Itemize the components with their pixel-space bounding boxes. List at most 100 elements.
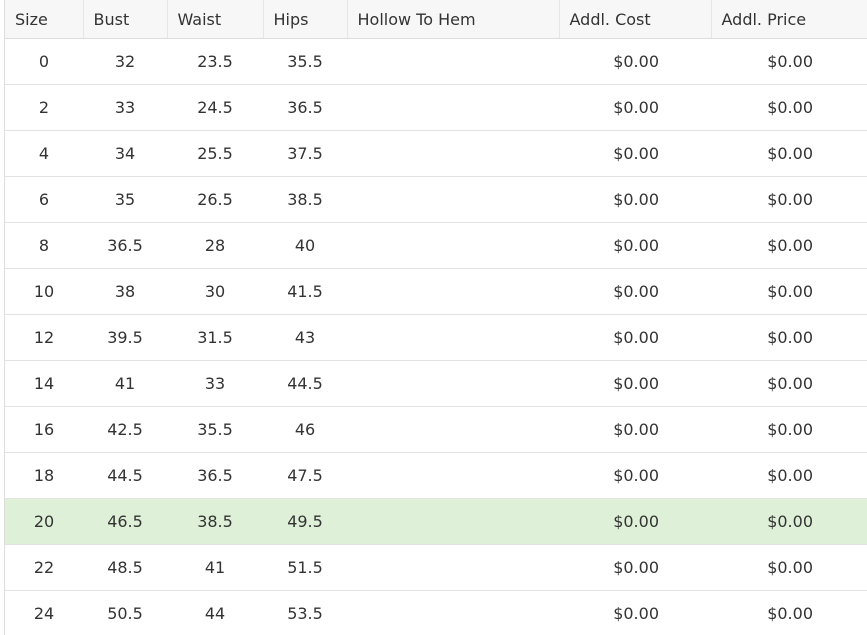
cell-hips: 36.5 [263,84,347,131]
cell-addl-cost: $0.00 [559,498,711,545]
cell-addl-price: $0.00 [711,130,867,177]
cell-waist: 31.5 [167,314,263,361]
cell-size: 4 [5,130,83,177]
cell-bust: 35 [83,176,167,223]
cell-hollow-to-hem [347,360,559,407]
size-chart-grid: Size Bust Waist Hips Hollow To Hem Addl.… [4,0,867,635]
cell-hips: 44.5 [263,360,347,407]
cell-size: 8 [5,222,83,269]
cell-hollow-to-hem [347,222,559,269]
cell-waist: 38.5 [167,498,263,545]
cell-addl-price: $0.00 [711,314,867,361]
table-header: Size Bust Waist Hips Hollow To Hem Addl.… [5,0,867,39]
cell-size: 12 [5,314,83,361]
cell-waist: 36.5 [167,452,263,499]
cell-size: 14 [5,360,83,407]
table-row[interactable]: 6 35 26.5 38.5 $0.00 $0.00 [5,176,867,223]
cell-bust: 38 [83,268,167,315]
column-header-waist[interactable]: Waist [167,0,264,39]
cell-addl-price: $0.00 [711,544,867,591]
cell-addl-price: $0.00 [711,590,867,635]
cell-bust: 44.5 [83,452,167,499]
table-row[interactable]: 12 39.5 31.5 43 $0.00 $0.00 [5,314,867,361]
cell-hollow-to-hem [347,544,559,591]
cell-hips: 40 [263,222,347,269]
cell-addl-price: $0.00 [711,222,867,269]
table-row[interactable]: 18 44.5 36.5 47.5 $0.00 $0.00 [5,452,867,499]
cell-bust: 34 [83,130,167,177]
cell-addl-price: $0.00 [711,268,867,315]
cell-addl-cost: $0.00 [559,452,711,499]
table-body: 0 32 23.5 35.5 $0.00 $0.00 2 33 24.5 36.5 $0.00 $0.… [5,38,867,635]
column-header-size[interactable]: Size [5,0,84,39]
cell-bust: 39.5 [83,314,167,361]
column-header-addl-cost[interactable]: Addl. Cost [559,0,712,39]
cell-waist: 33 [167,360,263,407]
header-row: Size Bust Waist Hips Hollow To Hem Addl.… [5,0,867,39]
cell-addl-price: $0.00 [711,360,867,407]
cell-waist: 26.5 [167,176,263,223]
size-chart-table: Size Bust Waist Hips Hollow To Hem Addl.… [5,0,867,635]
cell-waist: 25.5 [167,130,263,177]
cell-addl-cost: $0.00 [559,222,711,269]
cell-hollow-to-hem [347,314,559,361]
cell-bust: 41 [83,360,167,407]
cell-hips: 53.5 [263,590,347,635]
cell-hollow-to-hem [347,498,559,545]
cell-hips: 41.5 [263,268,347,315]
table-row[interactable]: 8 36.5 28 40 $0.00 $0.00 [5,222,867,269]
cell-addl-price: $0.00 [711,38,867,85]
table-row[interactable]: 22 48.5 41 51.5 $0.00 $0.00 [5,544,867,591]
column-header-bust[interactable]: Bust [83,0,168,39]
cell-addl-cost: $0.00 [559,38,711,85]
cell-addl-cost: $0.00 [559,84,711,131]
cell-addl-cost: $0.00 [559,130,711,177]
cell-addl-price: $0.00 [711,84,867,131]
cell-waist: 35.5 [167,406,263,453]
cell-size: 20 [5,498,83,545]
table-row[interactable]: 0 32 23.5 35.5 $0.00 $0.00 [5,38,867,85]
cell-hips: 49.5 [263,498,347,545]
cell-hollow-to-hem [347,406,559,453]
cell-addl-cost: $0.00 [559,268,711,315]
cell-hollow-to-hem [347,38,559,85]
cell-addl-cost: $0.00 [559,590,711,635]
cell-size: 6 [5,176,83,223]
cell-hollow-to-hem [347,130,559,177]
cell-waist: 23.5 [167,38,263,85]
cell-hollow-to-hem [347,452,559,499]
table-row[interactable]: 24 50.5 44 53.5 $0.00 $0.00 [5,590,867,635]
cell-addl-cost: $0.00 [559,360,711,407]
cell-waist: 30 [167,268,263,315]
cell-size: 24 [5,590,83,635]
cell-waist: 44 [167,590,263,635]
table-row[interactable]: 20 46.5 38.5 49.5 $0.00 $0.00 [5,498,867,545]
cell-size: 0 [5,38,83,85]
cell-size: 16 [5,406,83,453]
table-row[interactable]: 4 34 25.5 37.5 $0.00 $0.00 [5,130,867,177]
column-header-addl-price[interactable]: Addl. Price [711,0,867,39]
cell-bust: 46.5 [83,498,167,545]
table-row[interactable]: 14 41 33 44.5 $0.00 $0.00 [5,360,867,407]
cell-bust: 32 [83,38,167,85]
cell-hips: 43 [263,314,347,361]
cell-hollow-to-hem [347,590,559,635]
cell-hollow-to-hem [347,84,559,131]
cell-addl-cost: $0.00 [559,406,711,453]
cell-waist: 28 [167,222,263,269]
cell-addl-cost: $0.00 [559,176,711,223]
cell-bust: 50.5 [83,590,167,635]
column-header-hollow-to-hem[interactable]: Hollow To Hem [347,0,560,39]
cell-bust: 42.5 [83,406,167,453]
table-row[interactable]: 2 33 24.5 36.5 $0.00 $0.00 [5,84,867,131]
cell-size: 10 [5,268,83,315]
table-row[interactable]: 10 38 30 41.5 $0.00 $0.00 [5,268,867,315]
cell-waist: 41 [167,544,263,591]
table-row[interactable]: 16 42.5 35.5 46 $0.00 $0.00 [5,406,867,453]
cell-bust: 48.5 [83,544,167,591]
cell-hips: 37.5 [263,130,347,177]
cell-waist: 24.5 [167,84,263,131]
cell-hollow-to-hem [347,268,559,315]
column-header-hips[interactable]: Hips [263,0,348,39]
cell-addl-price: $0.00 [711,176,867,223]
